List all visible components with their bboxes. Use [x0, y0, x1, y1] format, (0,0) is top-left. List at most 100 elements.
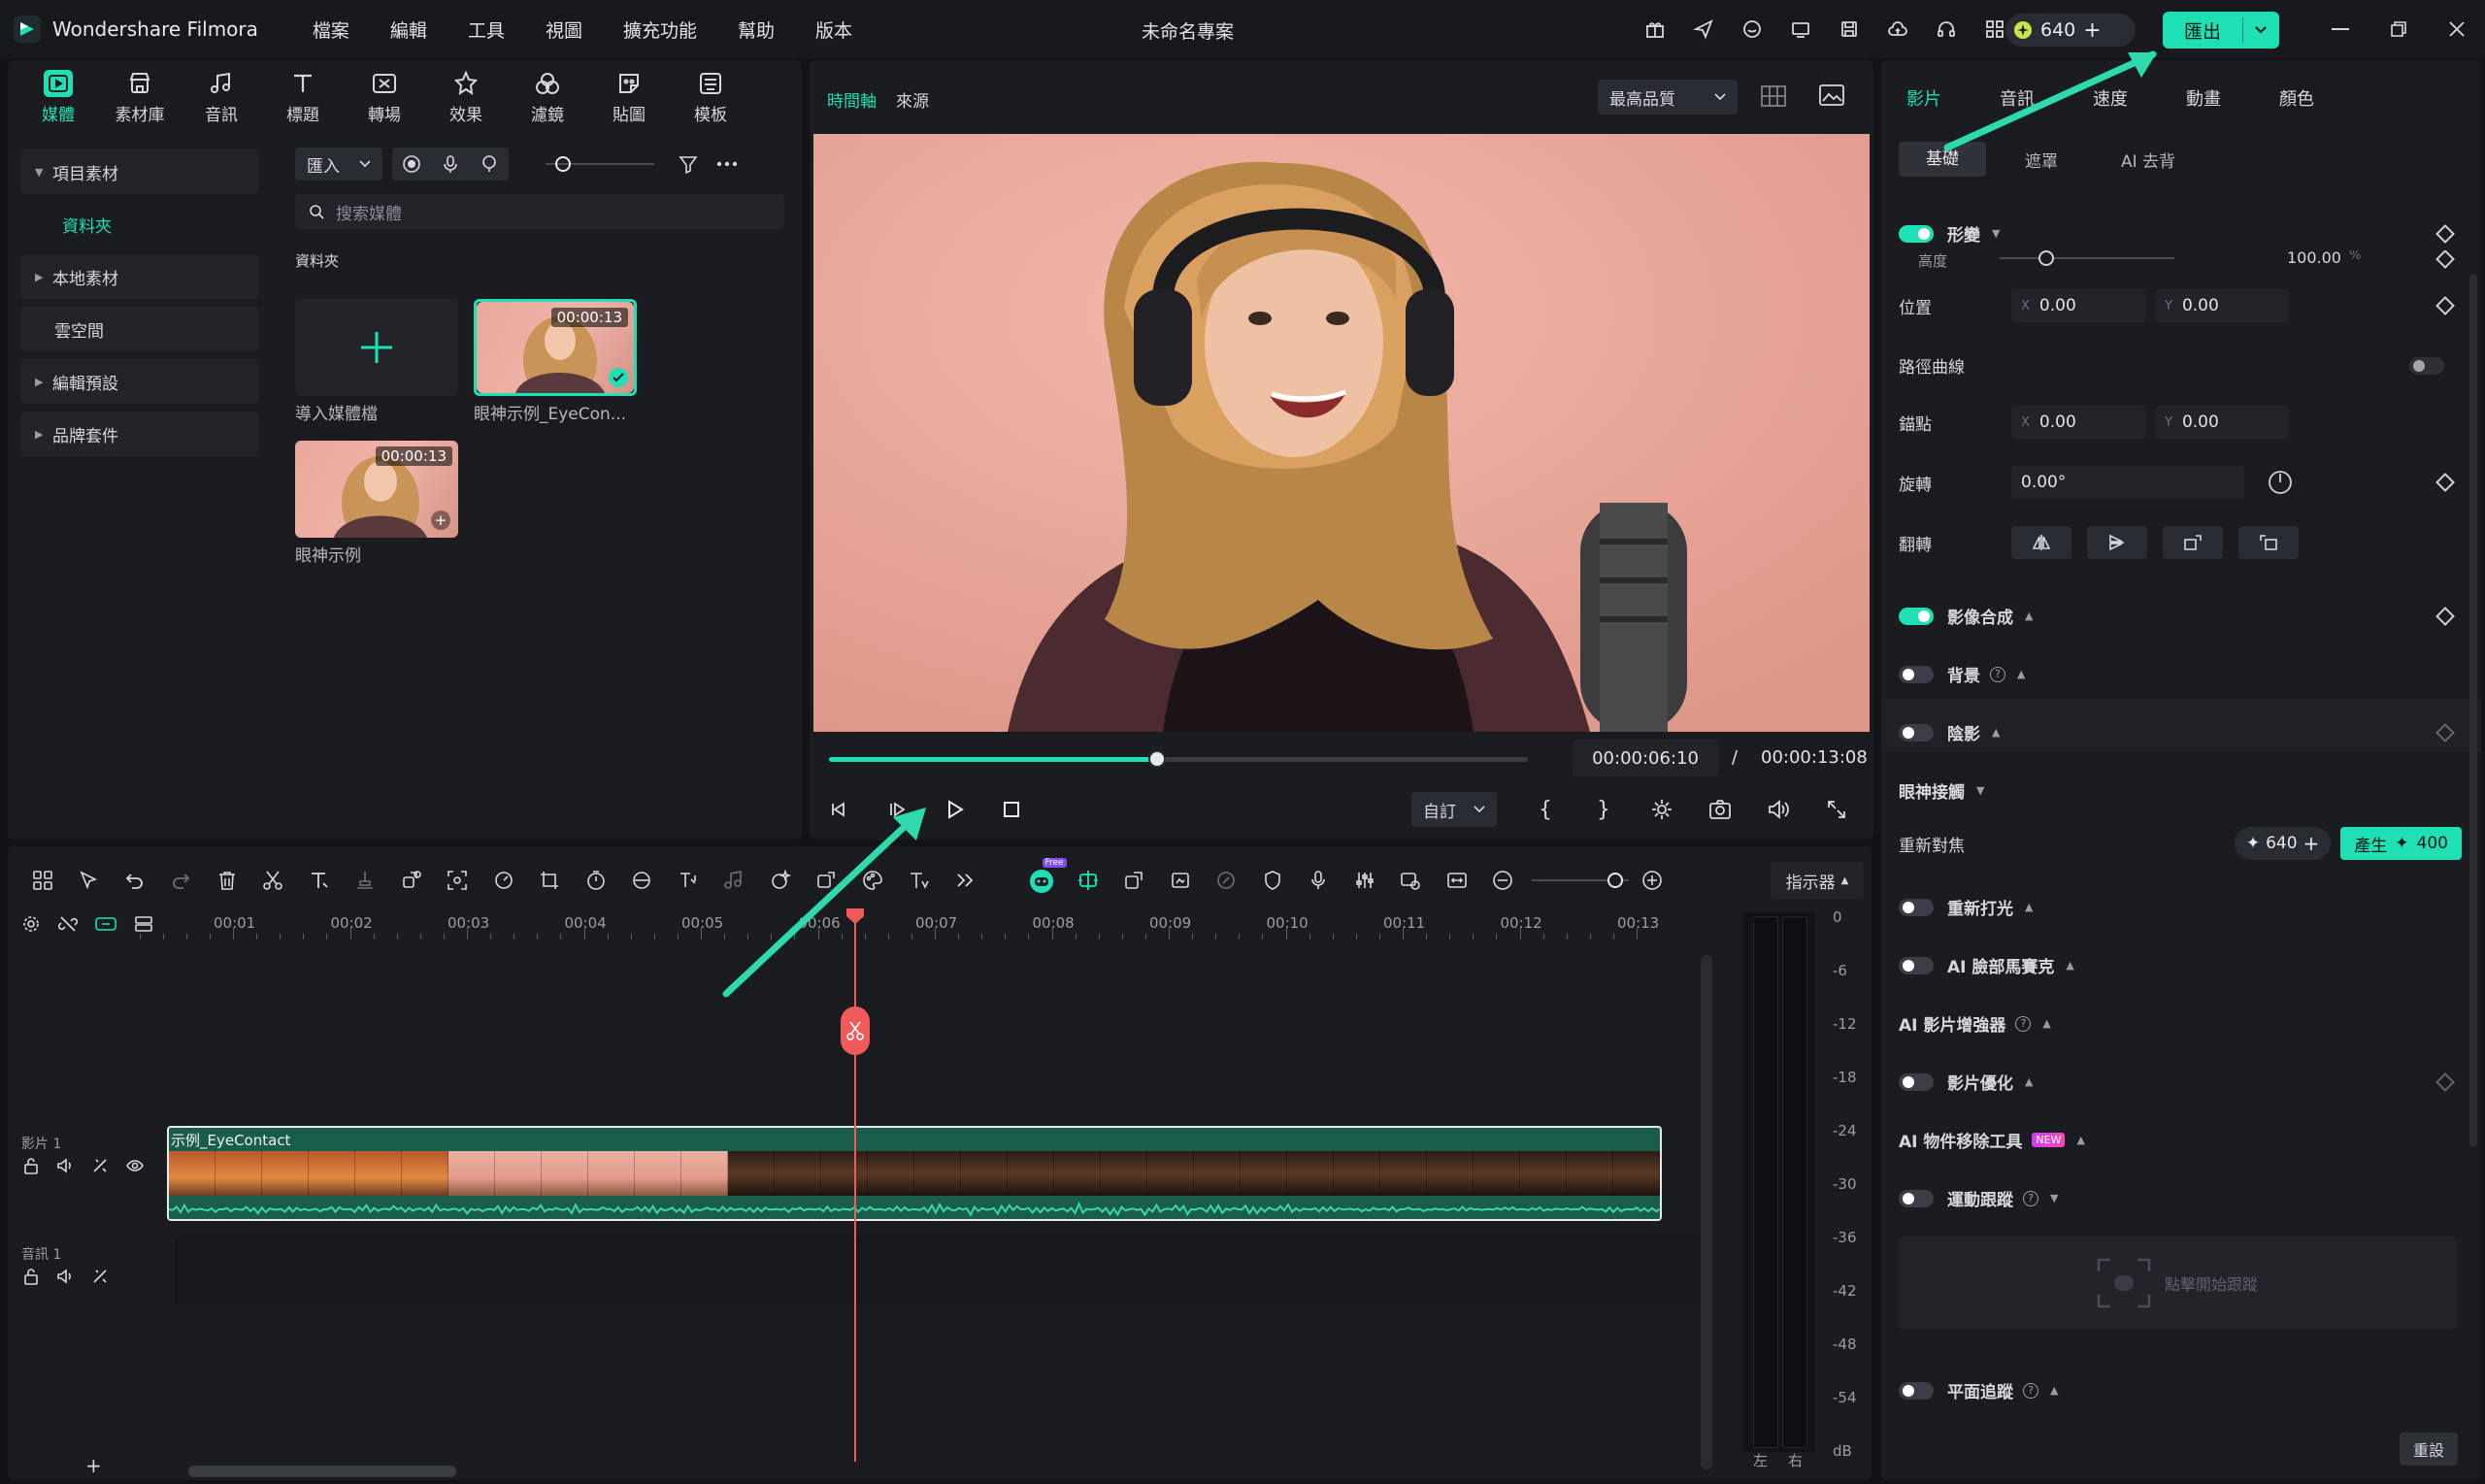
import-media-tile[interactable]	[295, 299, 458, 396]
snap-magnet-icon[interactable]	[1065, 864, 1111, 897]
credits-pill[interactable]: 640 +	[2005, 14, 2136, 47]
path-curve-toggle[interactable]	[2409, 357, 2444, 375]
planar-tracking-toggle[interactable]	[1899, 1382, 1934, 1400]
save-icon[interactable]	[1825, 14, 1873, 45]
camera-snapshot-icon[interactable]	[1701, 790, 1740, 829]
compositing-toggle[interactable]	[1899, 608, 1934, 625]
send-icon[interactable]	[1679, 14, 1728, 45]
cloud-upload-icon[interactable]	[1873, 14, 1922, 45]
media-search-input[interactable]: 搜索媒體	[295, 194, 784, 229]
sidebar-item-project-media[interactable]: ▼ 項目素材	[21, 149, 258, 194]
menu-edit[interactable]: 編輯	[390, 16, 427, 43]
previous-frame-icon[interactable]	[819, 790, 858, 829]
sidebar-item-presets[interactable]: ▶ 編輯預設	[21, 359, 258, 404]
record-screen-icon[interactable]	[402, 154, 421, 174]
subtab-basic[interactable]: 基礎	[1899, 142, 1986, 177]
gift-icon[interactable]	[1631, 14, 1679, 45]
tab-animation[interactable]: 動畫	[2186, 85, 2221, 111]
caret-up-icon[interactable]: ▲	[2017, 668, 2025, 680]
mark-out-button[interactable]: }	[1584, 790, 1623, 829]
ai-text-icon[interactable]	[665, 864, 712, 897]
delete-icon[interactable]	[204, 864, 250, 897]
select-arrow-icon[interactable]	[66, 864, 113, 897]
text-tool-icon[interactable]	[296, 864, 343, 897]
filter-icon[interactable]	[678, 153, 699, 175]
text-to-speech-icon[interactable]	[896, 864, 943, 897]
media-clip-eye-example[interactable]: 00:00:13 +	[295, 441, 458, 538]
reset-button[interactable]: 重設	[2400, 1433, 2458, 1466]
render-settings-icon[interactable]	[1642, 790, 1681, 829]
menu-help[interactable]: 幫助	[738, 16, 775, 43]
height-slider[interactable]	[2000, 250, 2174, 268]
link-clips-icon[interactable]	[1111, 864, 1158, 897]
mute-track-icon[interactable]	[56, 1157, 74, 1174]
audio-stretch-icon[interactable]	[712, 864, 758, 897]
sidebar-item-brand-kit[interactable]: ▶ 品牌套件	[21, 412, 258, 456]
play-icon[interactable]	[936, 790, 975, 829]
flip-horizontal-icon[interactable]	[2011, 526, 2071, 559]
tab-source-preview[interactable]: 來源	[896, 87, 929, 112]
caret-down-icon[interactable]: ▼	[2050, 1192, 2058, 1204]
mute-track-icon[interactable]	[56, 1268, 74, 1285]
tab-media[interactable]: 媒體	[17, 66, 99, 132]
voiceover-icon[interactable]	[480, 154, 499, 174]
help-icon[interactable]: ?	[2023, 1191, 2038, 1206]
motion-tracking-toggle[interactable]	[1899, 1190, 1934, 1207]
timeline-horizontal-scrollbar[interactable]	[188, 1466, 456, 1477]
face-mosaic-toggle[interactable]	[1899, 957, 1934, 974]
fit-timeline-icon[interactable]	[1434, 864, 1480, 897]
tab-audio[interactable]: 音訊	[181, 66, 262, 132]
keyframe-icon[interactable]	[2435, 723, 2455, 742]
add-track-icon[interactable]	[134, 914, 153, 934]
rotate-counterclockwise-icon[interactable]	[2238, 526, 2299, 559]
restore-icon[interactable]	[2374, 14, 2423, 45]
properties-scrollbar[interactable]	[2469, 274, 2477, 1147]
tab-templates[interactable]: 模板	[670, 66, 751, 132]
caret-up-icon[interactable]: ▲	[2025, 610, 2033, 622]
redo-icon[interactable]	[158, 864, 205, 897]
play-reverse-icon[interactable]	[878, 790, 916, 829]
generate-button[interactable]: 產生 ✦ 400	[2340, 827, 2462, 860]
link-icon[interactable]	[95, 914, 116, 934]
tab-filters[interactable]: 濾鏡	[507, 66, 588, 132]
tab-titles[interactable]: 標題	[262, 66, 344, 132]
more-tools-icon[interactable]	[942, 864, 988, 897]
fullscreen-icon[interactable]	[1817, 790, 1856, 829]
keyframe-icon[interactable]	[2435, 473, 2455, 492]
thumbnail-size-slider[interactable]	[546, 154, 654, 174]
unlink-icon[interactable]	[58, 914, 78, 934]
tab-stickers[interactable]: 貼圖	[588, 66, 670, 132]
crop-rotate-icon[interactable]	[388, 864, 435, 897]
caret-up-icon[interactable]: ▲	[2025, 901, 2033, 913]
record-voice-icon[interactable]	[1296, 864, 1342, 897]
zoom-slider[interactable]	[1532, 871, 1629, 890]
tab-speed[interactable]: 速度	[2093, 85, 2128, 111]
flip-vertical-icon[interactable]	[2087, 526, 2147, 559]
keyframe-icon[interactable]	[2435, 250, 2455, 269]
tab-color[interactable]: 顏色	[2279, 85, 2314, 111]
anchor-x-field[interactable]: X 0.00	[2011, 406, 2145, 439]
sidebar-item-cloud[interactable]: 雲空間	[21, 307, 258, 351]
crop-icon[interactable]	[527, 864, 574, 897]
current-timecode[interactable]: 00:00:06:10	[1573, 740, 1718, 776]
keyframe-icon[interactable]	[2435, 607, 2455, 626]
audio-mixer-icon[interactable]	[1342, 864, 1388, 897]
tab-timeline-preview[interactable]: 時間軸	[827, 87, 877, 112]
caret-up-icon[interactable]: ▲	[2050, 1384, 2058, 1397]
zoom-in-icon[interactable]	[1629, 864, 1675, 897]
menu-tools[interactable]: 工具	[468, 16, 505, 43]
keyframe-icon[interactable]	[2435, 296, 2455, 315]
smart-crop-icon[interactable]	[435, 864, 481, 897]
microphone-icon[interactable]	[441, 154, 460, 174]
position-y-field[interactable]: Y 0.00	[2155, 289, 2289, 322]
tab-video[interactable]: 影片	[1906, 85, 1941, 111]
optimize-toggle[interactable]	[1899, 1073, 1934, 1091]
video-preview[interactable]	[813, 134, 1870, 732]
menu-version[interactable]: 版本	[815, 16, 852, 43]
rotate-clockwise-icon[interactable]	[2163, 526, 2223, 559]
transform-toggle[interactable]	[1899, 225, 1934, 243]
timeline-settings-icon[interactable]	[21, 914, 41, 934]
progress-knob[interactable]	[1148, 750, 1166, 768]
screen-icon[interactable]	[1776, 14, 1825, 45]
help-icon[interactable]: ?	[1990, 667, 2005, 682]
